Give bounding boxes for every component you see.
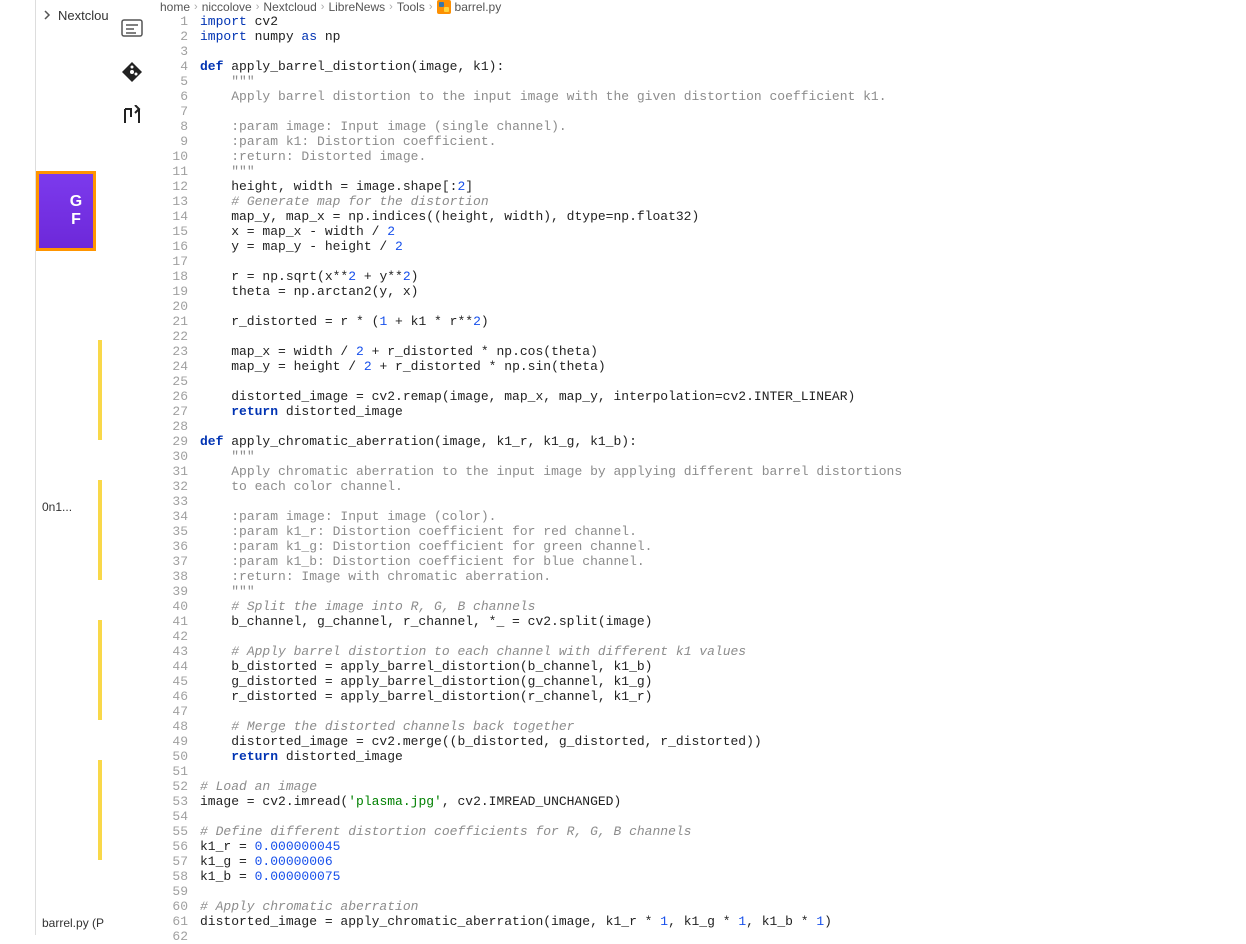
thumb-line2: F — [71, 211, 81, 229]
code-editor[interactable]: 1234567891011121314151617181920212223242… — [158, 14, 1246, 935]
vcs-icon[interactable] — [119, 59, 145, 85]
editor-area: home › niccolove › Nextcloud › LibreNews… — [110, 0, 1246, 935]
chevron-right-icon: › — [256, 1, 260, 13]
thumb-line1: G — [70, 193, 82, 211]
chevron-right-icon: › — [429, 1, 433, 13]
change-marker — [98, 340, 102, 440]
breadcrumb-cloud[interactable]: Nextcloud — [263, 0, 316, 14]
project-root-item[interactable]: Nextclou — [36, 0, 110, 31]
chevron-right-icon — [42, 8, 52, 23]
left-rail — [0, 0, 36, 935]
change-marker — [98, 480, 102, 580]
breadcrumb-proj[interactable]: LibreNews — [328, 0, 385, 14]
project-file-item[interactable]: 0n1... — [42, 500, 72, 514]
python-file-icon — [437, 0, 451, 14]
thumbnail-preview[interactable]: G F — [36, 161, 110, 261]
pull-request-icon[interactable] — [119, 103, 145, 129]
breadcrumb-user[interactable]: niccolove — [202, 0, 252, 14]
structure-icon[interactable] — [119, 15, 145, 41]
line-gutter: 1234567891011121314151617181920212223242… — [158, 14, 200, 935]
breadcrumb: home › niccolove › Nextcloud › LibreNews… — [158, 0, 1246, 14]
change-marker — [98, 620, 102, 720]
breadcrumb-file[interactable]: barrel.py — [455, 0, 502, 14]
breadcrumb-home[interactable]: home — [160, 0, 190, 14]
tab-label: barrel.py (P — [42, 916, 104, 930]
project-root-label: Nextclou — [58, 8, 109, 23]
breadcrumb-dir[interactable]: Tools — [397, 0, 425, 14]
code-content[interactable]: import cv2import numpy as npdef apply_ba… — [200, 14, 1246, 935]
open-file-tab[interactable]: barrel.py (P — [36, 911, 126, 935]
chevron-right-icon: › — [389, 1, 393, 13]
chevron-right-icon: › — [321, 1, 325, 13]
change-markers — [98, 340, 104, 900]
change-marker — [98, 760, 102, 860]
chevron-right-icon: › — [194, 1, 198, 13]
editor-side-icons — [110, 15, 154, 129]
